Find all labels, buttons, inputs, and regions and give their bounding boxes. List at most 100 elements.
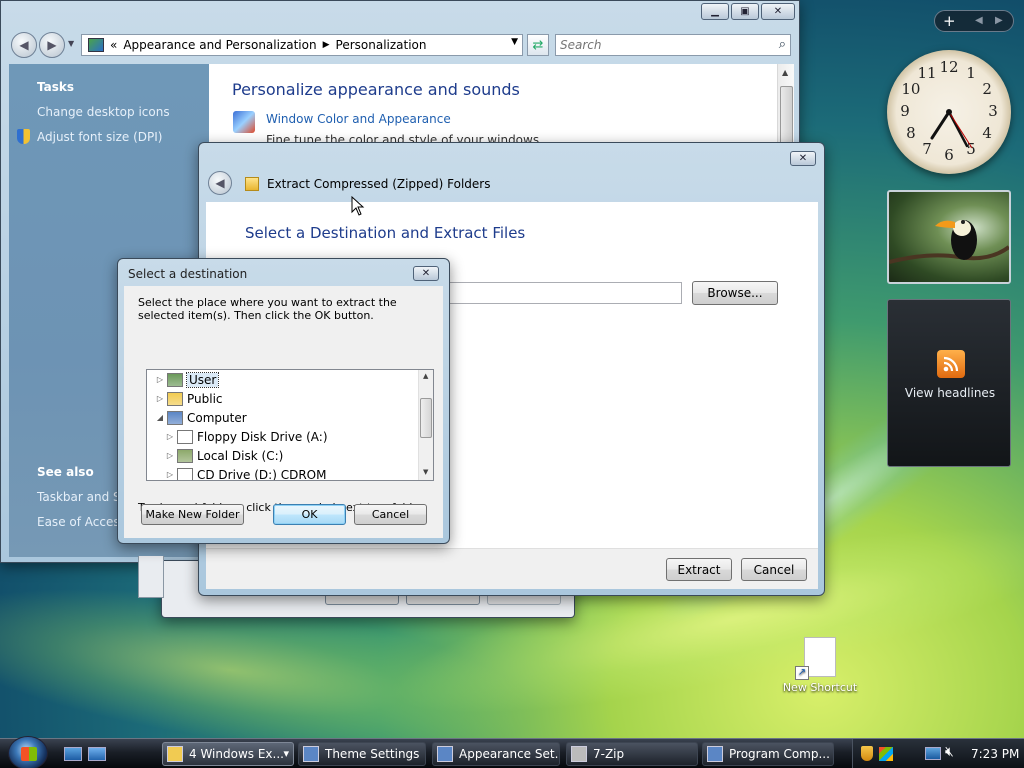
instructions-text: Select the place where you want to extra… <box>138 296 397 322</box>
expand-arrow-icon[interactable]: ◢ <box>155 413 165 422</box>
scroll-thumb[interactable] <box>780 86 793 146</box>
taskbar-button[interactable]: 7-Zip <box>566 742 698 766</box>
cancel-button[interactable]: Cancel <box>354 504 427 525</box>
sidebar-controls: + ◀ ▶ <box>934 10 1014 32</box>
back-button[interactable]: ◀ <box>208 171 232 195</box>
page-title: Personalize appearance and sounds <box>232 80 520 99</box>
tree-item-label: Public <box>187 391 223 406</box>
expand-arrow-icon[interactable]: ▷ <box>155 394 165 403</box>
folder-icon <box>177 429 193 444</box>
change-desktop-icons-link[interactable]: Change desktop icons <box>37 105 170 119</box>
window-color-icon <box>233 111 255 133</box>
taskbar-button-label: 7-Zip <box>593 747 625 761</box>
notification-area: 🔇︎ 7:23 PM <box>852 739 1024 768</box>
network-icon[interactable] <box>925 747 941 760</box>
ease-of-access-link[interactable]: Ease of Access <box>37 515 126 529</box>
taskbar: 4 Windows Ex... ▾ Theme Settings Appearance… <box>0 736 1024 768</box>
browse-button[interactable]: Browse... <box>692 281 778 305</box>
expand-arrow-icon[interactable]: ▷ <box>165 470 175 479</box>
tree-item-label: Local Disk (C:) <box>197 448 284 463</box>
taskbar-button[interactable]: 4 Windows Ex... ▾ <box>162 742 294 766</box>
tree-scrollbar[interactable]: ▲ ▼ <box>418 370 433 480</box>
tree-item[interactable]: ◢ Computer <box>155 408 247 427</box>
search-input[interactable] <box>560 38 760 52</box>
tree-item[interactable]: ▷ User <box>155 370 220 389</box>
breadcrumb-separator-icon[interactable]: ▶ <box>323 40 330 50</box>
close-button[interactable]: ✕ <box>761 3 795 20</box>
shortcut-label: New Shortcut <box>782 681 858 694</box>
volume-muted-icon[interactable]: 🔇︎ <box>945 744 954 760</box>
search-box[interactable]: ⌕ <box>555 34 791 56</box>
tasks-header: Tasks <box>37 80 75 94</box>
taskbar-button[interactable]: Theme Settings <box>298 742 426 766</box>
adjust-font-size-link[interactable]: Adjust font size (DPI) <box>37 130 162 144</box>
breadcrumb-appearance[interactable]: Appearance and Personalization <box>123 38 316 52</box>
view-headlines-link[interactable]: View headlines <box>888 386 1012 400</box>
app-icon <box>437 746 453 762</box>
security-shield-icon[interactable] <box>861 746 873 761</box>
show-desktop-icon[interactable] <box>64 747 82 761</box>
file-icon: ↗ <box>795 637 836 680</box>
scroll-thumb[interactable] <box>420 398 432 438</box>
wizard-footer: Extract Cancel <box>206 548 818 589</box>
feed-headlines-gadget[interactable]: View headlines <box>887 299 1011 467</box>
tree-item[interactable]: ▷ CD Drive (D:) CDROM <box>165 465 327 481</box>
window-color-link[interactable]: Window Color and Appearance <box>266 112 451 126</box>
recent-pages-icon[interactable]: ▼ <box>68 39 74 48</box>
make-new-folder-button[interactable]: Make New Folder <box>141 504 244 525</box>
scroll-up-icon[interactable]: ▲ <box>782 68 788 77</box>
new-shortcut-desktop-icon[interactable]: ↗ New Shortcut <box>780 635 860 694</box>
breadcrumb-personalization[interactable]: Personalization <box>336 38 427 52</box>
taskbar-button-label: Theme Settings <box>325 747 420 761</box>
taskbar-button[interactable]: Appearance Set... <box>432 742 560 766</box>
toucan-photo <box>889 220 1009 264</box>
address-bar[interactable]: « Appearance and Personalization ▶ Perso… <box>81 34 523 56</box>
folder-tree[interactable]: ▲ ▼ ▷ User ▷ Public ◢ Computer ▷ Floppy Disk Dr… <box>146 369 434 481</box>
expand-arrow-icon[interactable]: ▷ <box>155 375 165 384</box>
tree-item-label: CD Drive (D:) CDROM <box>197 467 327 481</box>
control-panel-icon <box>88 38 104 52</box>
destination-path-input[interactable] <box>444 282 682 304</box>
minimize-button[interactable]: ▁ <box>701 3 729 20</box>
cancel-button[interactable]: Cancel <box>741 558 807 581</box>
folder-icon <box>167 372 183 387</box>
app-icon <box>303 746 319 762</box>
close-button[interactable]: ✕ <box>413 266 439 281</box>
scroll-up-icon[interactable]: ▲ <box>423 372 428 380</box>
forward-button[interactable]: ▶ <box>39 32 65 58</box>
tree-item-label: Computer <box>187 410 247 425</box>
back-button[interactable]: ◀ <box>11 32 37 58</box>
address-dropdown-icon[interactable]: ▼ <box>511 37 518 47</box>
dialog-body: Select the place where you want to extra… <box>124 286 443 538</box>
select-destination-dialog: Select a destination ✕ Select the place … <box>117 258 450 544</box>
ok-button[interactable]: OK <box>273 504 346 525</box>
breadcrumb-prefix[interactable]: « <box>110 38 117 52</box>
switch-windows-icon[interactable] <box>88 747 106 761</box>
taskbar-button[interactable]: Program Comp... <box>702 742 834 766</box>
slideshow-gadget[interactable] <box>887 190 1011 284</box>
clock-time[interactable]: 7:23 PM <box>971 747 1019 761</box>
extract-button[interactable]: Extract <box>666 558 732 581</box>
wizard-title: Extract Compressed (Zipped) Folders <box>267 177 491 191</box>
search-icon[interactable]: ⌕ <box>779 37 786 52</box>
tree-item-label: User <box>185 371 220 388</box>
prev-gadget-icon[interactable]: ◀ <box>975 15 983 26</box>
tree-item[interactable]: ▷ Floppy Disk Drive (A:) <box>165 427 328 446</box>
clock-gadget[interactable]: 12 1 2 3 4 5 6 7 8 9 10 11 <box>887 50 1011 174</box>
tree-item[interactable]: ▷ Public <box>155 389 223 408</box>
expand-arrow-icon[interactable]: ▷ <box>165 432 175 441</box>
tree-item[interactable]: ▷ Local Disk (C:) <box>165 446 283 465</box>
add-gadget-button[interactable]: + <box>943 12 956 30</box>
group-dropdown-icon[interactable]: ▾ <box>283 747 289 760</box>
expand-arrow-icon[interactable]: ▷ <box>165 451 175 460</box>
dialog-title: Select a destination <box>128 267 248 281</box>
next-gadget-icon[interactable]: ▶ <box>995 15 1003 26</box>
start-button[interactable] <box>8 736 48 768</box>
windows-update-icon[interactable] <box>879 747 893 761</box>
maximize-button[interactable]: ▣ <box>731 3 759 20</box>
scroll-down-icon[interactable]: ▼ <box>423 468 428 476</box>
wizard-heading: Select a Destination and Extract Files <box>245 224 526 242</box>
back-window-edge <box>138 556 164 598</box>
refresh-button[interactable]: ⇄ <box>527 34 549 56</box>
close-button[interactable]: ✕ <box>790 151 816 166</box>
